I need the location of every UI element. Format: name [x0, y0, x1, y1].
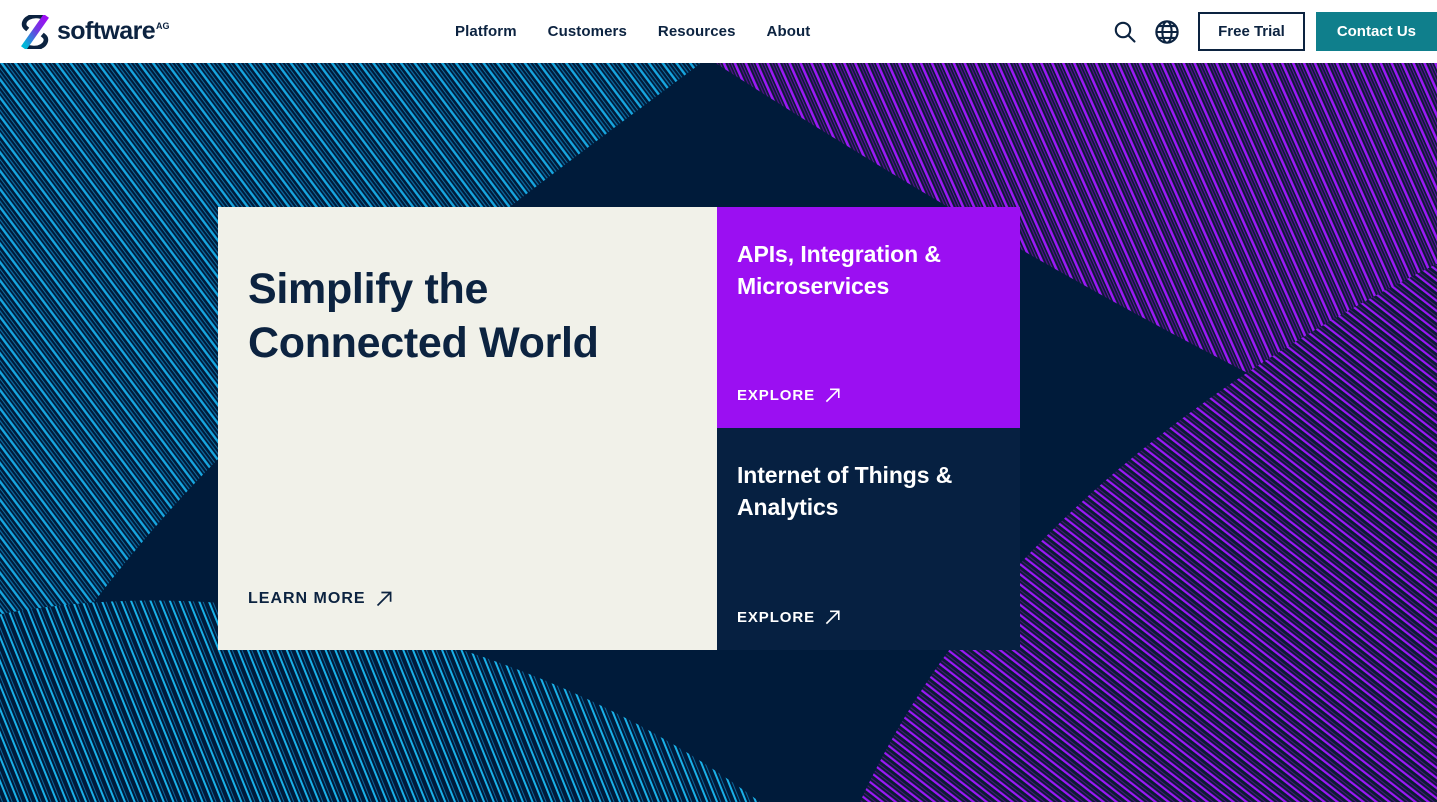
- learn-more-label: LEARN MORE: [248, 589, 366, 607]
- logo[interactable]: software AG: [20, 12, 170, 52]
- free-trial-button[interactable]: Free Trial: [1198, 12, 1305, 51]
- page-root: software AG Platform Customers Resources…: [0, 0, 1437, 802]
- logo-superscript: AG: [156, 21, 170, 31]
- arrow-up-right-icon: [825, 388, 840, 403]
- learn-more-link[interactable]: LEARN MORE: [248, 589, 671, 608]
- hero-main-card: Simplify the Connected World LEARN MORE: [218, 207, 717, 650]
- nav-item-customers[interactable]: Customers: [548, 23, 627, 40]
- arrow-up-right-icon: [825, 610, 840, 625]
- globe-icon[interactable]: [1150, 15, 1184, 49]
- nav-item-about[interactable]: About: [767, 23, 811, 40]
- software-ag-logo-mark: [21, 14, 49, 49]
- card-title: Internet of Things & Analytics: [737, 462, 953, 520]
- explore-link-iot[interactable]: EXPLORE: [737, 608, 994, 626]
- card-internet-of-things-analytics[interactable]: Internet of Things & Analytics EXPLORE: [717, 428, 1020, 650]
- card-apis-integration-microservices[interactable]: APIs, Integration & Microservices EXPLOR…: [717, 207, 1020, 428]
- hero-card-cluster: Simplify the Connected World LEARN MORE …: [218, 207, 1020, 650]
- page-title: Simplify the Connected World: [248, 265, 599, 368]
- card-title: APIs, Integration & Microservices: [737, 241, 941, 299]
- explore-link-apis[interactable]: EXPLORE: [737, 386, 994, 404]
- explore-label: EXPLORE: [737, 386, 815, 404]
- site-header: software AG Platform Customers Resources…: [0, 0, 1437, 63]
- hero-side-cards: APIs, Integration & Microservices EXPLOR…: [717, 207, 1020, 650]
- logo-text: software: [57, 17, 156, 45]
- header-actions: Free Trial Contact Us: [1108, 0, 1437, 63]
- explore-label: EXPLORE: [737, 608, 815, 626]
- search-icon[interactable]: [1108, 15, 1142, 49]
- primary-navigation: Platform Customers Resources About: [455, 0, 810, 63]
- nav-item-platform[interactable]: Platform: [455, 23, 517, 40]
- hero-section: Simplify the Connected World LEARN MORE …: [0, 63, 1437, 802]
- nav-item-resources[interactable]: Resources: [658, 23, 736, 40]
- contact-us-button[interactable]: Contact Us: [1315, 12, 1437, 51]
- arrow-up-right-icon: [376, 591, 392, 607]
